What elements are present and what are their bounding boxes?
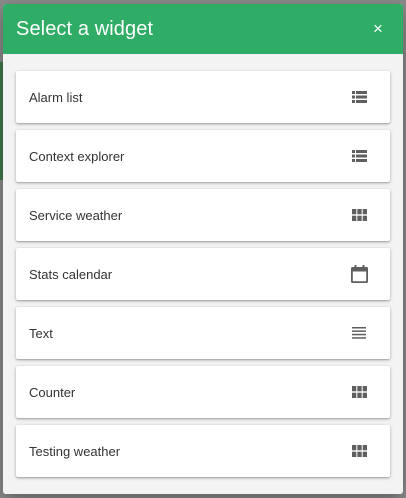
calendar-icon — [350, 265, 368, 283]
widget-item-label: Counter — [29, 384, 76, 400]
text-lines-icon — [350, 324, 368, 342]
dialog-header: Select a widget × — [3, 4, 403, 54]
widget-item-label: Alarm list — [29, 89, 83, 105]
select-widget-dialog: Select a widget × Alarm list Context exp… — [3, 4, 403, 494]
widget-item-stats-calendar[interactable]: Stats calendar — [16, 248, 390, 300]
widget-list: Alarm list Context explorer Service weat… — [16, 71, 390, 477]
grid-icon — [350, 442, 368, 460]
list-icon — [350, 88, 368, 106]
close-button[interactable]: × — [367, 18, 389, 40]
grid-icon — [350, 206, 368, 224]
grid-icon — [350, 383, 368, 401]
widget-item-label: Context explorer — [29, 148, 125, 164]
widget-item-context-explorer[interactable]: Context explorer — [16, 130, 390, 182]
widget-item-testing-weather[interactable]: Testing weather — [16, 425, 390, 477]
widget-item-text[interactable]: Text — [16, 307, 390, 359]
widget-item-label: Stats calendar — [29, 266, 113, 282]
widget-item-counter[interactable]: Counter — [16, 366, 390, 418]
widget-item-alarm-list[interactable]: Alarm list — [16, 71, 390, 123]
widget-item-label: Service weather — [29, 207, 123, 223]
dialog-body: Alarm list Context explorer Service weat… — [3, 54, 403, 494]
widget-item-label: Testing weather — [29, 443, 121, 459]
close-icon: × — [373, 19, 383, 38]
widget-item-label: Text — [29, 325, 53, 341]
widget-item-service-weather[interactable]: Service weather — [16, 189, 390, 241]
list-icon — [350, 147, 368, 165]
dialog-title: Select a widget — [16, 17, 154, 40]
